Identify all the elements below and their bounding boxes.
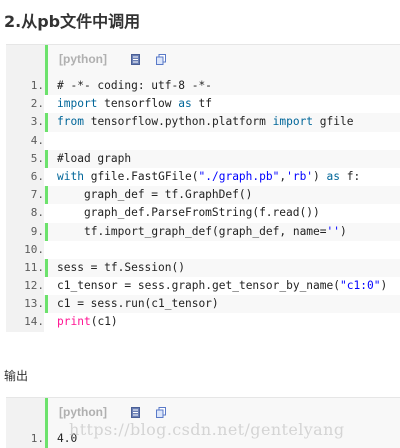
line-number: 4. [6, 131, 44, 150]
code-text: # -*- coding: utf-8 -*- [57, 79, 212, 92]
code-line: 9. tf.import_graph_def(graph_def, name='… [6, 223, 400, 241]
code-line: 12. c1_tensor = sess.graph.get_tensor_by_… [6, 277, 400, 296]
code-text: tf.import_graph_def(graph_def, name='') [83, 224, 347, 238]
code-text: sess = tf.Session() [57, 260, 185, 274]
code-line: 13. c1 = sess.run(c1_tensor) [6, 295, 400, 313]
line-number: 12. [6, 277, 44, 296]
line-number: 8. [6, 204, 44, 223]
code-text: from tensorflow.python.platform import g… [57, 115, 354, 129]
line-number: 6. [6, 167, 44, 187]
code-text: c1_tensor = sess.graph.get_tensor_by_nam… [57, 279, 388, 293]
view-source-icon[interactable] [130, 54, 140, 65]
line-number: 7. [30, 188, 44, 202]
code-line: 14. print(c1) [6, 313, 400, 332]
code-line: 11. sess = tf.Session() [6, 259, 400, 277]
code-text: with gfile.FastGFile("./graph.pb",'rb') … [57, 169, 361, 183]
section-heading: 2.从pb文件中调用 [4, 12, 141, 31]
code-lines: 1. # -*- coding: utf-8 -*- 2. import tenso… [6, 77, 400, 332]
code-text: c1 = sess.run(c1_tensor) [57, 297, 219, 311]
line-number: 2. [6, 95, 44, 114]
line-number: 3. [30, 115, 44, 129]
code-line: 3. from tensorflow.python.platform import… [6, 113, 400, 131]
language-label: [python] [59, 405, 107, 419]
code-line: 10. [6, 240, 400, 259]
output-label: 输出 [4, 369, 29, 383]
code-line: 7. graph_def = tf.GraphDef() [6, 186, 400, 204]
copy-icon[interactable] [156, 54, 166, 65]
code-line: 6. with gfile.FastGFile("./graph.pb",'rb'… [6, 167, 400, 187]
line-number: 9. [30, 224, 44, 238]
watermark: https://blog.csdn.net/gentelyang [69, 420, 345, 439]
code-line: 2. import tensorflow as tf [6, 95, 400, 114]
code-text: graph_def.ParseFromString(f.read()) [57, 206, 320, 220]
language-label: [python] [59, 52, 107, 66]
code-line: 1. # -*- coding: utf-8 -*- [6, 77, 400, 95]
code-toolbar: [python] [6, 45, 400, 77]
view-source-icon[interactable] [130, 407, 140, 418]
line-number: 1. [30, 79, 44, 92]
code-line: 4. [6, 131, 400, 150]
code-block-main: [python] 1. # -*- coding: utf-8 -*- 2. imp… [6, 44, 400, 332]
code-line: 8. graph_def.ParseFromString(f.read()) [6, 204, 400, 223]
line-number: 13. [24, 297, 44, 311]
code-line: 5. #load graph [6, 150, 400, 168]
code-text: print(c1) [57, 315, 118, 329]
code-text: graph_def = tf.GraphDef() [57, 188, 253, 202]
line-number: 14. [6, 313, 44, 332]
copy-icon[interactable] [156, 407, 166, 418]
line-number: 1. [30, 432, 44, 445]
line-number: 10. [6, 240, 44, 259]
code-text: import tensorflow as tf [57, 97, 212, 111]
code-text: #load graph [57, 151, 132, 165]
line-number: 5. [30, 151, 44, 165]
line-number: 11. [24, 260, 44, 274]
